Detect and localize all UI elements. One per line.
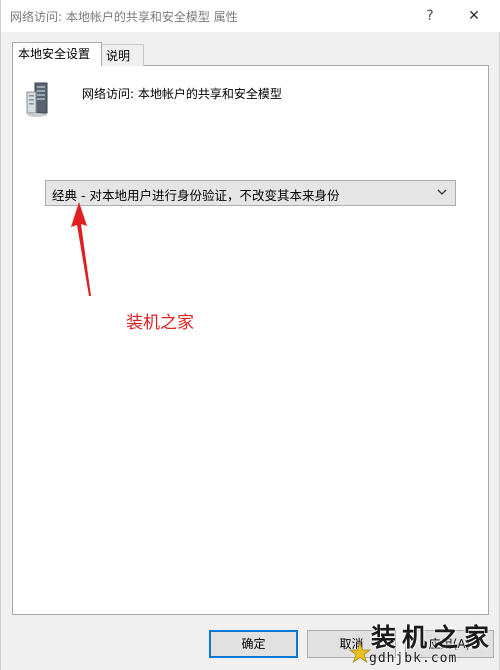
tab-explain[interactable]: 说明: [101, 44, 144, 66]
annotation-label: 装机之家: [126, 313, 194, 333]
help-button[interactable]: ?: [417, 4, 443, 28]
title-bar: 网络访问: 本地帐户的共享和安全模型 属性 ? ✕: [1, 0, 500, 32]
server-policy-icon: [26, 82, 48, 117]
site-watermark: 装机之家 gdhjbk.com: [349, 618, 500, 670]
security-model-dropdown[interactable]: 经典 - 对本地用户进行身份验证，不改变其本来身份: [45, 180, 456, 206]
ok-button[interactable]: 确定: [209, 630, 298, 658]
red-arrow-annotation: [71, 202, 91, 296]
tab-panel: [12, 65, 489, 615]
watermark-title: 装机之家: [371, 623, 496, 652]
close-button[interactable]: ✕: [459, 4, 489, 28]
window-title: 网络访问: 本地帐户的共享和安全模型 属性: [10, 10, 238, 24]
chevron-down-icon: [437, 189, 447, 195]
watermark-url: gdhjbk.com: [369, 651, 458, 666]
policy-title: 网络访问: 本地帐户的共享和安全模型: [82, 87, 282, 101]
tab-local-security-setting[interactable]: 本地安全设置: [12, 42, 102, 66]
properties-dialog: 网络访问: 本地帐户的共享和安全模型 属性 ? ✕ 本地安全设置 说明 网络访问…: [0, 0, 500, 670]
star-logo-icon: [349, 642, 371, 664]
